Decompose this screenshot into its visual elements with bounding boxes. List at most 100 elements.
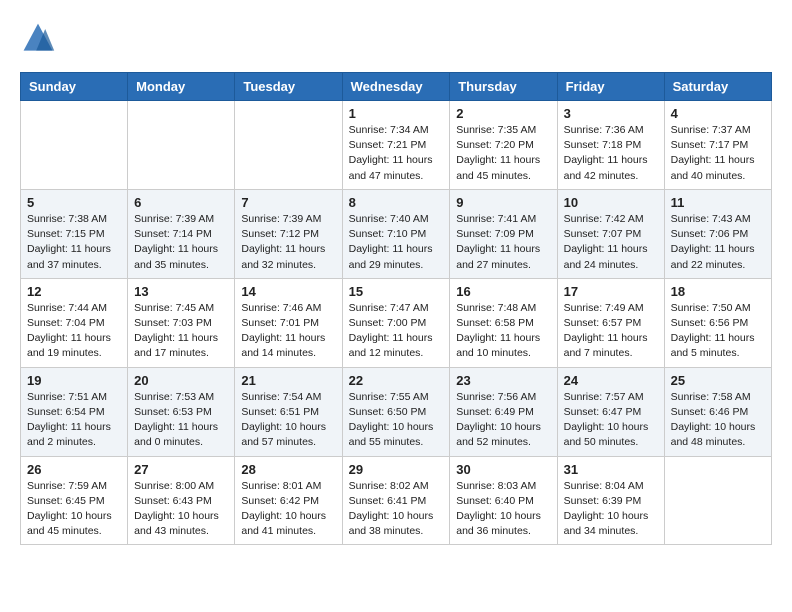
day-number: 2 [456,106,550,121]
day-info: Sunrise: 7:35 AMSunset: 7:20 PMDaylight:… [456,124,540,182]
day-info: Sunrise: 8:01 AMSunset: 6:42 PMDaylight:… [241,480,326,538]
day-number: 13 [134,284,228,299]
calendar-cell [128,101,235,190]
calendar-cell: 11 Sunrise: 7:43 AMSunset: 7:06 PMDayligh… [664,189,771,278]
calendar-cell [235,101,342,190]
day-number: 10 [564,195,658,210]
day-header-saturday: Saturday [664,73,771,101]
day-header-wednesday: Wednesday [342,73,450,101]
calendar-cell: 4Sunrise: 7:37 AMSunset: 7:17 PMDaylight… [664,101,771,190]
day-info: Sunrise: 7:54 AMSunset: 6:51 PMDaylight:… [241,391,326,449]
day-info: Sunrise: 7:56 AMSunset: 6:49 PMDaylight:… [456,391,541,449]
day-info: Sunrise: 7:39 AMSunset: 7:14 PMDaylight:… [134,213,218,271]
calendar-cell: 24 Sunrise: 7:57 AMSunset: 6:47 PMDayligh… [557,367,664,456]
calendar: SundayMondayTuesdayWednesdayThursdayFrid… [20,72,772,545]
calendar-cell: 1Sunrise: 7:34 AMSunset: 7:21 PMDaylight… [342,101,450,190]
day-info: Sunrise: 7:43 AMSunset: 7:06 PMDaylight:… [671,213,755,271]
day-info: Sunrise: 7:40 AMSunset: 7:10 PMDaylight:… [349,213,433,271]
day-number: 30 [456,462,550,477]
day-info: Sunrise: 7:55 AMSunset: 6:50 PMDaylight:… [349,391,434,449]
calendar-cell: 27 Sunrise: 8:00 AMSunset: 6:43 PMDayligh… [128,456,235,545]
day-info: Sunrise: 7:42 AMSunset: 7:07 PMDaylight:… [564,213,648,271]
day-info: Sunrise: 7:53 AMSunset: 6:53 PMDaylight:… [134,391,218,449]
day-info: Sunrise: 7:59 AMSunset: 6:45 PMDaylight:… [27,480,112,538]
day-number: 14 [241,284,335,299]
day-info: Sunrise: 8:02 AMSunset: 6:41 PMDaylight:… [349,480,434,538]
calendar-header-row: SundayMondayTuesdayWednesdayThursdayFrid… [21,73,772,101]
day-info: Sunrise: 7:37 AMSunset: 7:17 PMDaylight:… [671,124,755,182]
calendar-week-2: 5 Sunrise: 7:38 AMSunset: 7:15 PMDaylight… [21,189,772,278]
day-info: Sunrise: 7:51 AMSunset: 6:54 PMDaylight:… [27,391,111,449]
day-number: 24 [564,373,658,388]
calendar-cell: 15Sunrise: 7:47 AMSunset: 7:00 PMDayligh… [342,278,450,367]
day-number: 26 [27,462,121,477]
day-number: 28 [241,462,335,477]
calendar-cell [21,101,128,190]
calendar-cell: 12 Sunrise: 7:44 AMSunset: 7:04 PMDayligh… [21,278,128,367]
day-info: Sunrise: 8:04 AMSunset: 6:39 PMDaylight:… [564,480,649,538]
calendar-cell: 7Sunrise: 7:39 AMSunset: 7:12 PMDaylight… [235,189,342,278]
day-number: 18 [671,284,765,299]
day-number: 27 [134,462,228,477]
calendar-cell: 9 Sunrise: 7:41 AMSunset: 7:09 PMDaylight… [450,189,557,278]
day-info: Sunrise: 7:36 AMSunset: 7:18 PMDaylight:… [564,124,648,182]
day-info: Sunrise: 7:48 AMSunset: 6:58 PMDaylight:… [456,302,540,360]
day-info: Sunrise: 8:00 AMSunset: 6:43 PMDaylight:… [134,480,219,538]
day-info: Sunrise: 7:44 AMSunset: 7:04 PMDaylight:… [27,302,111,360]
day-info: Sunrise: 7:50 AMSunset: 6:56 PMDaylight:… [671,302,755,360]
day-number: 11 [671,195,765,210]
day-info: Sunrise: 7:46 AMSunset: 7:01 PMDaylight:… [241,302,325,360]
day-number: 9 [456,195,550,210]
day-number: 19 [27,373,121,388]
day-number: 15 [349,284,444,299]
day-info: Sunrise: 7:39 AMSunset: 7:12 PMDaylight:… [241,213,325,271]
day-number: 5 [27,195,121,210]
calendar-cell: 22 Sunrise: 7:55 AMSunset: 6:50 PMDayligh… [342,367,450,456]
day-header-thursday: Thursday [450,73,557,101]
day-number: 29 [349,462,444,477]
calendar-cell: 17Sunrise: 7:49 AMSunset: 6:57 PMDayligh… [557,278,664,367]
calendar-cell: 28 Sunrise: 8:01 AMSunset: 6:42 PMDayligh… [235,456,342,545]
calendar-cell: 5 Sunrise: 7:38 AMSunset: 7:15 PMDaylight… [21,189,128,278]
day-info: Sunrise: 7:38 AMSunset: 7:15 PMDaylight:… [27,213,111,271]
calendar-cell: 2 Sunrise: 7:35 AMSunset: 7:20 PMDaylight… [450,101,557,190]
calendar-cell [664,456,771,545]
day-number: 16 [456,284,550,299]
day-info: Sunrise: 7:45 AMSunset: 7:03 PMDaylight:… [134,302,218,360]
day-info: Sunrise: 7:57 AMSunset: 6:47 PMDaylight:… [564,391,649,449]
day-number: 22 [349,373,444,388]
calendar-week-1: 1Sunrise: 7:34 AMSunset: 7:21 PMDaylight… [21,101,772,190]
day-header-sunday: Sunday [21,73,128,101]
day-number: 3 [564,106,658,121]
calendar-cell: 16 Sunrise: 7:48 AMSunset: 6:58 PMDayligh… [450,278,557,367]
logo-icon [20,20,56,56]
calendar-cell: 21 Sunrise: 7:54 AMSunset: 6:51 PMDayligh… [235,367,342,456]
day-number: 12 [27,284,121,299]
day-info: Sunrise: 7:41 AMSunset: 7:09 PMDaylight:… [456,213,540,271]
day-number: 20 [134,373,228,388]
calendar-cell: 23 Sunrise: 7:56 AMSunset: 6:49 PMDayligh… [450,367,557,456]
calendar-week-5: 26 Sunrise: 7:59 AMSunset: 6:45 PMDayligh… [21,456,772,545]
calendar-cell: 18 Sunrise: 7:50 AMSunset: 6:56 PMDayligh… [664,278,771,367]
calendar-week-4: 19 Sunrise: 7:51 AMSunset: 6:54 PMDayligh… [21,367,772,456]
calendar-week-3: 12 Sunrise: 7:44 AMSunset: 7:04 PMDayligh… [21,278,772,367]
calendar-cell: 25 Sunrise: 7:58 AMSunset: 6:46 PMDayligh… [664,367,771,456]
calendar-cell: 3 Sunrise: 7:36 AMSunset: 7:18 PMDaylight… [557,101,664,190]
calendar-cell: 31 Sunrise: 8:04 AMSunset: 6:39 PMDayligh… [557,456,664,545]
day-number: 25 [671,373,765,388]
day-header-monday: Monday [128,73,235,101]
day-info: Sunrise: 8:03 AMSunset: 6:40 PMDaylight:… [456,480,541,538]
calendar-cell: 10 Sunrise: 7:42 AMSunset: 7:07 PMDayligh… [557,189,664,278]
day-info: Sunrise: 7:58 AMSunset: 6:46 PMDaylight:… [671,391,756,449]
logo [20,20,62,56]
calendar-cell: 8Sunrise: 7:40 AMSunset: 7:10 PMDaylight… [342,189,450,278]
calendar-cell: 26 Sunrise: 7:59 AMSunset: 6:45 PMDayligh… [21,456,128,545]
day-number: 23 [456,373,550,388]
page-header [20,20,772,56]
day-number: 21 [241,373,335,388]
day-number: 1 [349,106,444,121]
day-number: 17 [564,284,658,299]
calendar-cell: 20 Sunrise: 7:53 AMSunset: 6:53 PMDayligh… [128,367,235,456]
day-header-friday: Friday [557,73,664,101]
day-number: 31 [564,462,658,477]
